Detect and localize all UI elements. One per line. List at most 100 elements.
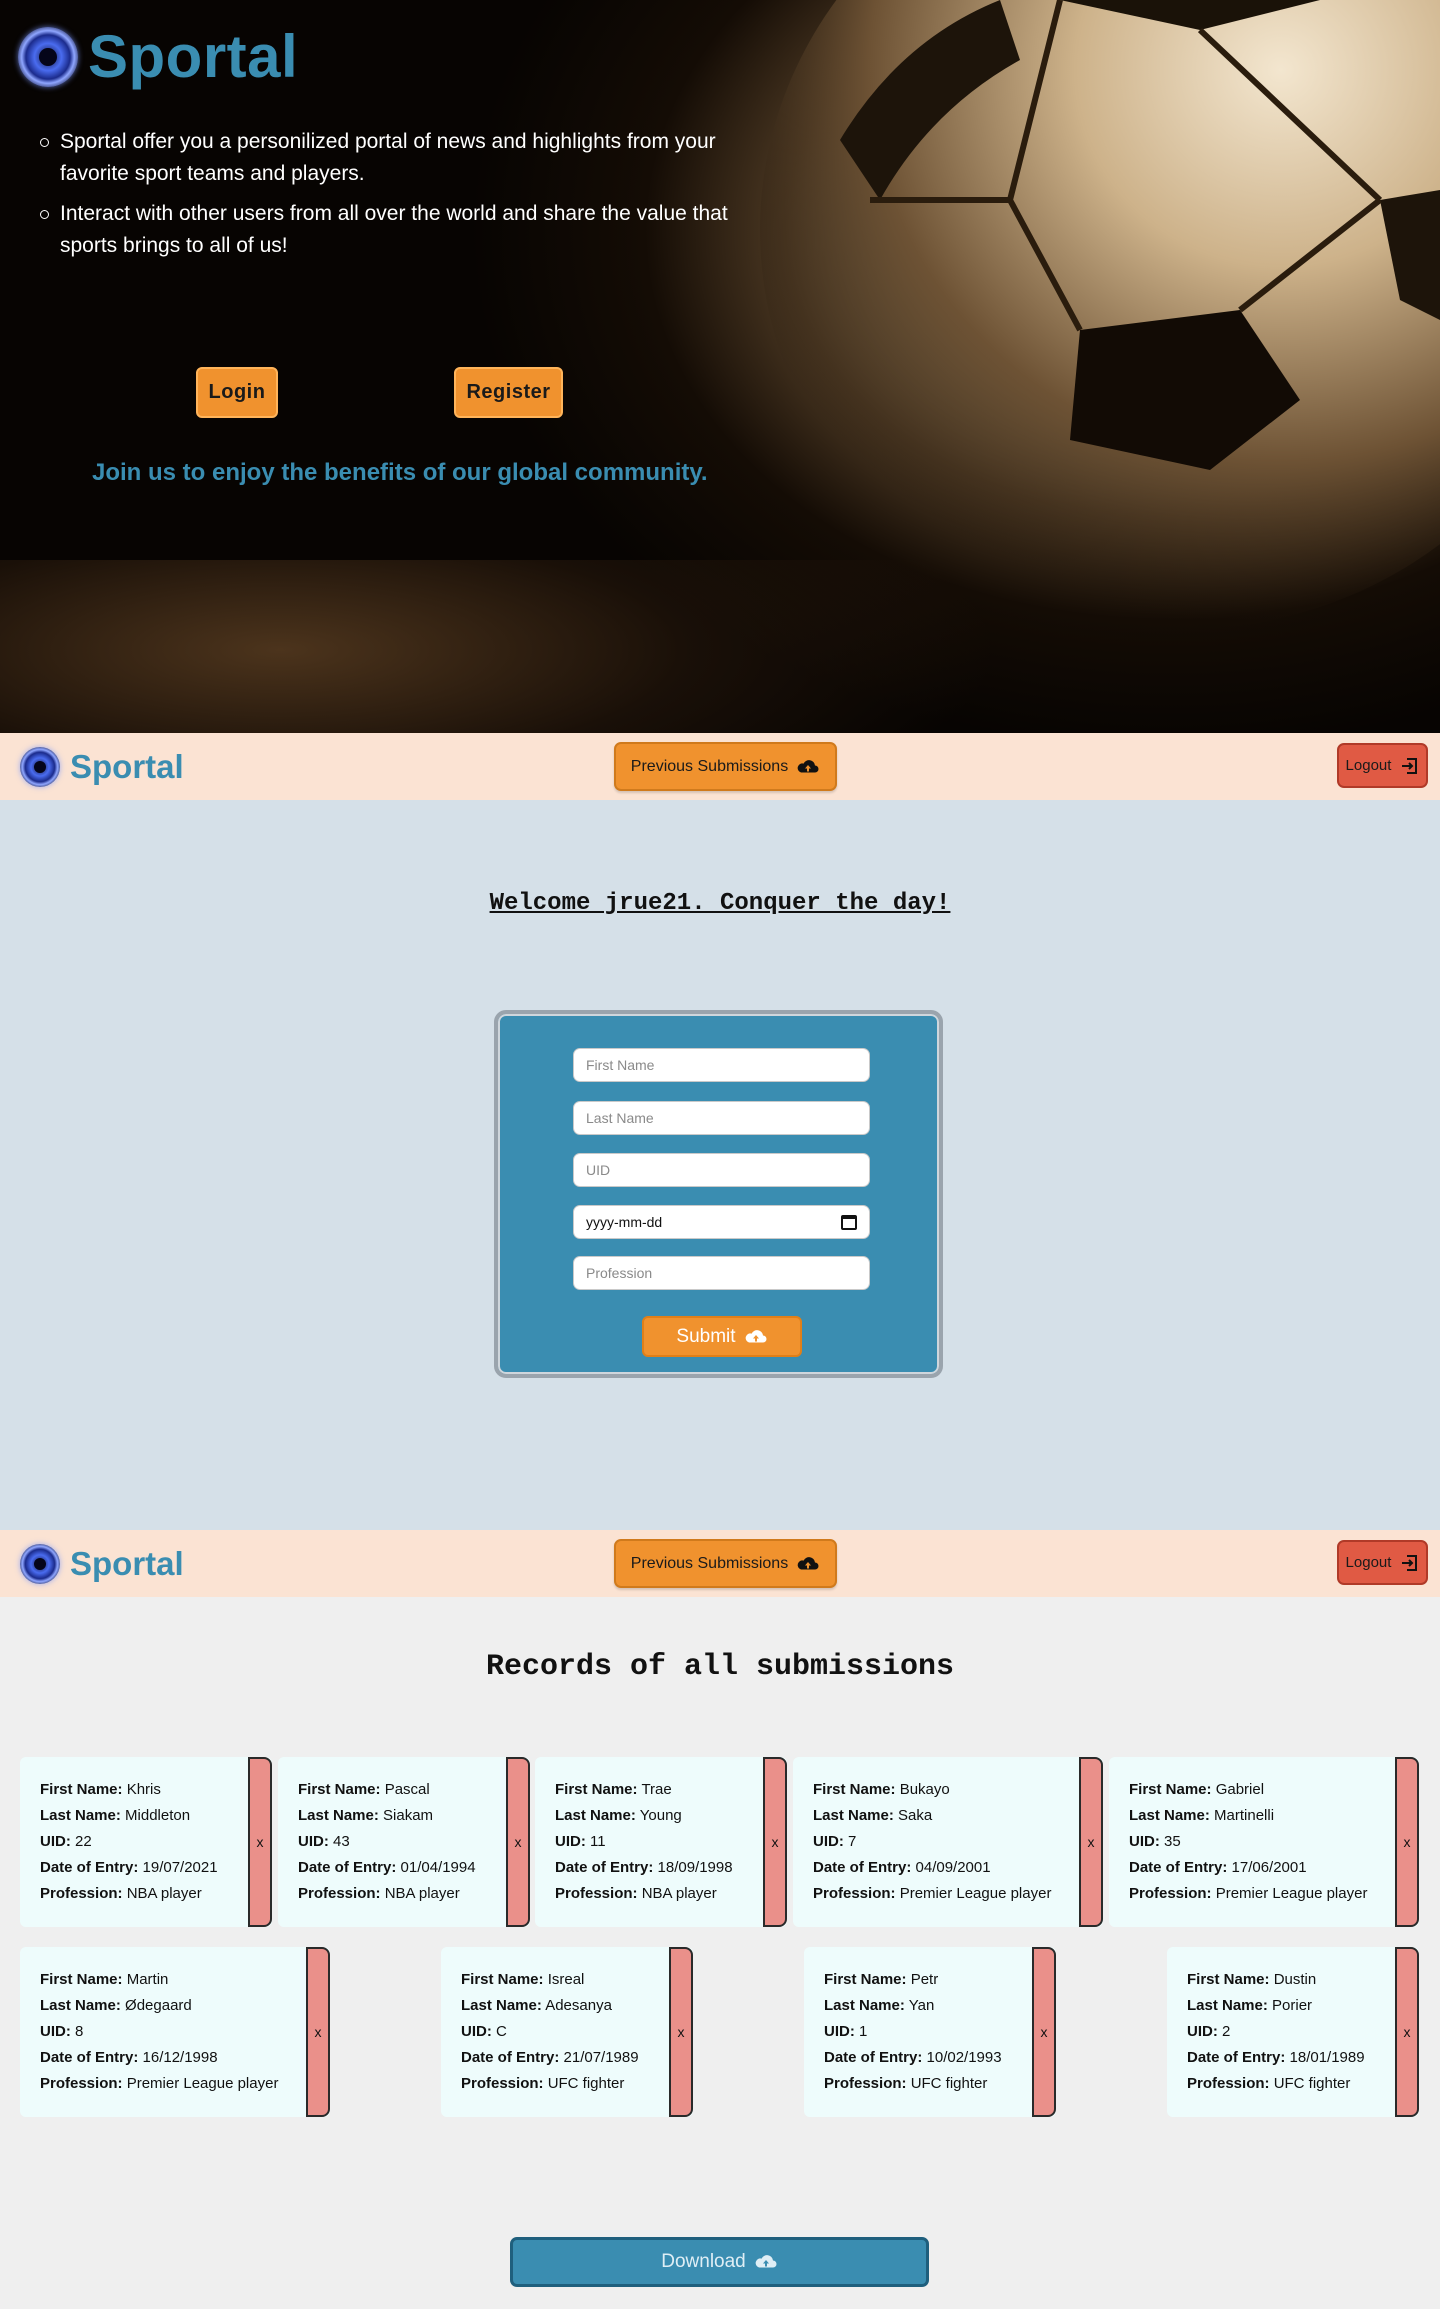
hero-glow [0,560,1000,733]
record-field-value: 21/07/1989 [563,2049,639,2066]
record-field-profession: Profession: NBA player [40,1881,218,1907]
record-field-uid: UID: 8 [40,2019,278,2045]
record-field-value: 43 [333,1833,350,1850]
globe-logo-icon [20,1544,60,1584]
record-field-label: Date of Entry: [555,1859,654,1876]
record-field-last: Last Name: Young [555,1803,733,1829]
delete-record-button[interactable]: x [1032,1947,1056,2117]
uid-input[interactable] [573,1153,870,1187]
hero-feature-list: Sportal offer you a personilized portal … [36,126,756,270]
record-field-value: NBA player [384,1885,460,1902]
record-field-label: Profession: [298,1885,381,1902]
record-field-value: Martinelli [1214,1807,1275,1824]
record-card: First Name: Petr Last Name: Yan UID: 1 Date… [804,1947,1056,2117]
logout-label: Logout [1345,757,1392,774]
record-field-first: First Name: Pascal [298,1777,476,1803]
record-field-label: Profession: [40,2075,123,2092]
cloud-upload-icon [755,2255,777,2268]
hero-logo: Sportal [18,22,298,91]
record-field-date: Date of Entry: 04/09/2001 [813,1855,1051,1881]
nav-logo[interactable]: Sportal [20,747,184,787]
logout-button[interactable]: Logout [1337,743,1428,788]
submit-button[interactable]: Submit [642,1316,802,1357]
record-field-uid: UID: 43 [298,1829,476,1855]
record-field-label: Date of Entry: [461,2049,560,2066]
record-field-label: First Name: [555,1781,638,1798]
login-button[interactable]: Login [196,367,278,418]
record-field-value: Dustin [1273,1971,1317,1988]
record-field-profession: Profession: UFC fighter [1187,2071,1365,2097]
previous-submissions-button[interactable]: Previous Submissions [614,742,837,791]
record-field-label: First Name: [1129,1781,1212,1798]
nav-logo[interactable]: Sportal [20,1544,184,1584]
record-field-value: Bukayo [899,1781,950,1798]
record-field-profession: Profession: Premier League player [813,1881,1051,1907]
hero-section: Sportal Sportal offer you a personilized… [0,0,1440,733]
record-field-label: Last Name: [824,1997,905,2014]
record-fields: First Name: Trae Last Name: Young UID: 11 D… [555,1777,733,1907]
first-name-input[interactable] [573,1048,870,1082]
record-field-first: First Name: Khris [40,1777,218,1803]
record-field-label: Date of Entry: [40,2049,139,2066]
record-field-first: First Name: Trae [555,1777,733,1803]
previous-submissions-label: Previous Submissions [630,757,789,775]
record-field-value: 04/09/2001 [915,1859,991,1876]
delete-record-button[interactable]: x [1395,1947,1419,2117]
calendar-icon[interactable] [841,1214,857,1230]
record-card: First Name: Isreal Last Name: Adesanya UID… [441,1947,693,2117]
delete-record-button[interactable]: x [506,1757,530,1927]
record-field-date: Date of Entry: 17/06/2001 [1129,1855,1367,1881]
record-field-label: Last Name: [40,1807,121,1824]
record-field-label: Date of Entry: [40,1859,139,1876]
delete-record-button[interactable]: x [763,1757,787,1927]
record-field-value: Premier League player [126,2075,279,2092]
delete-record-button[interactable]: x [1079,1757,1103,1927]
profession-input[interactable] [573,1256,870,1290]
record-field-value: 01/04/1994 [400,1859,476,1876]
previous-submissions-button[interactable]: Previous Submissions [614,1539,837,1588]
delete-record-button[interactable]: x [669,1947,693,2117]
record-card: First Name: Dustin Last Name: Porier UID: … [1167,1947,1419,2117]
record-field-profession: Profession: UFC fighter [461,2071,639,2097]
record-field-value: 18/09/1998 [657,1859,733,1876]
record-field-label: Last Name: [298,1807,379,1824]
date-of-entry-input[interactable]: yyyy-mm-dd [573,1205,870,1239]
record-field-value: Adesanya [545,1997,612,2014]
record-field-value: UFC fighter [1273,2075,1351,2092]
hero-feature-item: Sportal offer you a personilized portal … [36,126,756,190]
record-fields: First Name: Bukayo Last Name: Saka UID: 7 D… [813,1777,1051,1907]
delete-record-button[interactable]: x [306,1947,330,2117]
download-button[interactable]: Download [510,2237,929,2287]
record-field-value: 2 [1222,2023,1231,2040]
record-field-value: NBA player [126,1885,202,1902]
last-name-input[interactable] [573,1101,870,1135]
record-field-label: Profession: [555,1885,638,1902]
record-field-last: Last Name: Saka [813,1803,1051,1829]
record-field-uid: UID: C [461,2019,639,2045]
record-field-value: 7 [848,1833,857,1850]
record-field-value: 16/12/1998 [142,2049,218,2066]
record-field-label: Last Name: [1129,1807,1210,1824]
record-field-last: Last Name: Siakam [298,1803,476,1829]
record-field-label: Last Name: [40,1997,121,2014]
record-fields: First Name: Dustin Last Name: Porier UID: … [1187,1967,1365,2097]
nav-title: Sportal [70,1545,184,1582]
record-field-label: First Name: [813,1781,896,1798]
record-field-value: Yan [908,1997,935,2014]
record-field-label: Last Name: [813,1807,894,1824]
delete-record-button[interactable]: x [1395,1757,1419,1927]
record-field-label: Profession: [40,1885,123,1902]
record-field-label: Profession: [461,2075,544,2092]
delete-record-button[interactable]: x [248,1757,272,1927]
record-field-label: UID: [461,2023,492,2040]
register-button[interactable]: Register [454,367,563,418]
record-fields: First Name: Gabriel Last Name: Martinelli… [1129,1777,1367,1907]
record-field-label: UID: [813,1833,844,1850]
record-field-value: 17/06/2001 [1231,1859,1307,1876]
record-field-value: Ødegaard [125,1997,192,2014]
record-field-value: Premier League player [1215,1885,1368,1902]
submission-form: yyyy-mm-dd Submit [494,1010,943,1378]
logout-button[interactable]: Logout [1337,1540,1428,1585]
record-field-value: 19/07/2021 [142,1859,218,1876]
record-field-value: 22 [75,1833,92,1850]
